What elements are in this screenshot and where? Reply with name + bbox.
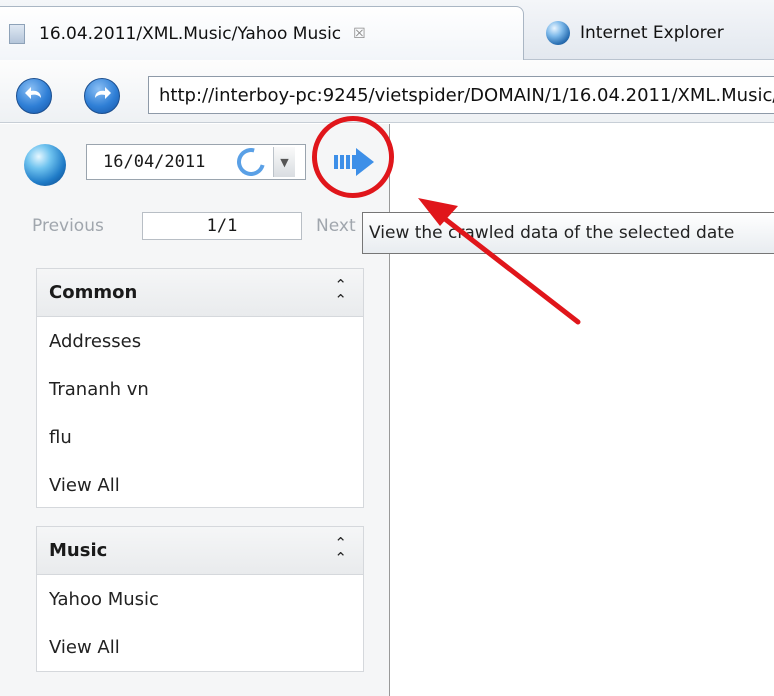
tooltip: View the crawled data of the selected da… [362, 212, 774, 254]
tab-label: 16.04.2011/XML.Music/Yahoo Music [39, 23, 342, 44]
tab-internet-explorer[interactable]: Internet Explorer [540, 6, 774, 60]
page-input[interactable]: 1/1 [142, 212, 302, 240]
globe-icon [546, 21, 570, 45]
list-item[interactable]: Addresses [37, 317, 363, 365]
date-selector[interactable]: 16/04/2011 ▼ [86, 142, 306, 182]
refresh-icon[interactable] [231, 142, 271, 182]
document-icon [9, 23, 25, 44]
globe-icon [24, 144, 66, 186]
tab-label: Internet Explorer [580, 23, 724, 43]
double-chevron-up-icon[interactable]: ⌃ ⌃ [334, 277, 347, 308]
browser-tab-bar: 16.04.2011/XML.Music/Yahoo Music ☒ Inter… [0, 0, 774, 60]
tab-yahoo-music[interactable]: 16.04.2011/XML.Music/Yahoo Music ☒ [0, 6, 524, 60]
chevron-down-icon[interactable]: ▼ [273, 147, 295, 177]
address-field[interactable]: http://interboy-pc:9245/vietspider/DOMAI… [148, 76, 774, 114]
previous-link[interactable]: Previous [32, 216, 104, 236]
section-header[interactable]: Music ⌃ ⌃ [37, 527, 363, 575]
left-panel: 16/04/2011 ▼ Previous 1/1 Next Common ⌃ ⌃… [0, 124, 390, 696]
list-item[interactable]: Trananh vn [37, 365, 363, 413]
close-icon[interactable]: ☒ [353, 26, 366, 42]
arrow-back-icon [25, 87, 41, 99]
list-item[interactable]: View All [37, 623, 363, 671]
section-music: Music ⌃ ⌃ Yahoo Music View All [36, 526, 364, 672]
arrow-forward-icon [95, 87, 111, 99]
section-common: Common ⌃ ⌃ Addresses Trananh vn flu View … [36, 268, 364, 508]
next-link[interactable]: Next [316, 216, 356, 236]
section-title: Common [49, 282, 138, 303]
forward-button[interactable] [84, 78, 120, 114]
list-item[interactable]: Yahoo Music [37, 575, 363, 623]
double-chevron-up-icon[interactable]: ⌃ ⌃ [334, 535, 347, 566]
date-value: 16/04/2011 [103, 152, 206, 172]
section-title: Music [49, 540, 108, 561]
list-item[interactable]: flu [37, 413, 363, 461]
back-button[interactable] [16, 78, 52, 114]
navigation-bar: http://interboy-pc:9245/vietspider/DOMAI… [0, 60, 774, 123]
list-item[interactable]: View All [37, 461, 363, 509]
section-header[interactable]: Common ⌃ ⌃ [37, 269, 363, 317]
pager: Previous 1/1 Next [0, 212, 390, 242]
